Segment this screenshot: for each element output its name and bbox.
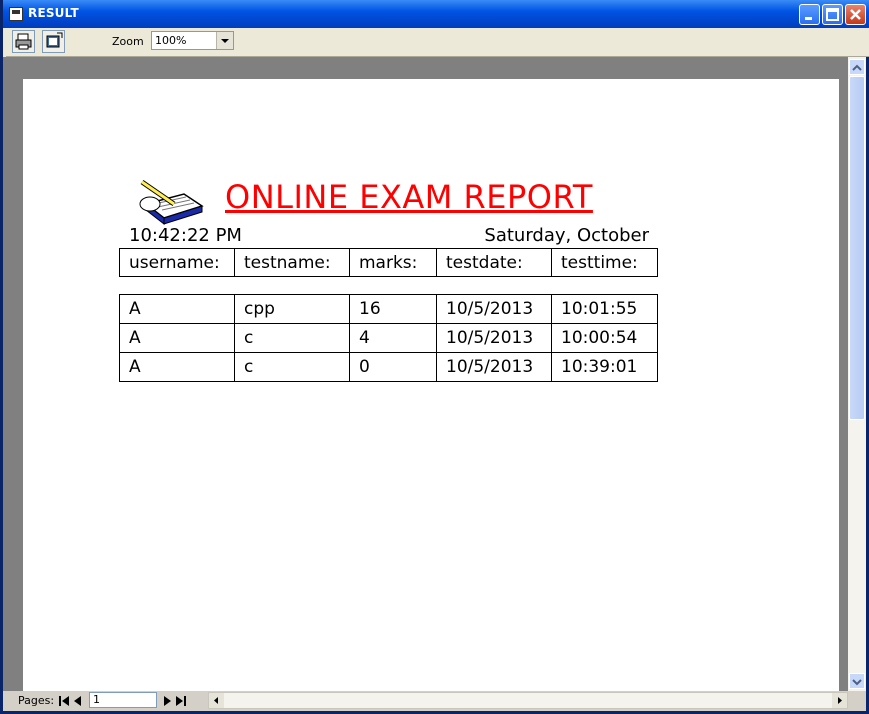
zoom-value: 100%	[155, 34, 187, 47]
close-button[interactable]	[845, 4, 866, 25]
table-cell: 0	[349, 352, 437, 382]
table-cell: 10/5/2013	[436, 323, 552, 353]
last-page-button[interactable]	[174, 693, 188, 709]
table-cell: A	[119, 294, 235, 324]
table-row: A cpp 16 10/5/2013 10:01:55	[119, 294, 658, 324]
zoom-select[interactable]: 100%	[151, 31, 234, 50]
chevron-left-icon	[214, 697, 218, 704]
next-page-icon	[164, 696, 171, 706]
column-header: username:	[119, 248, 235, 277]
title-bar[interactable]: RESULT	[3, 0, 869, 28]
chevron-right-icon	[838, 697, 842, 704]
table-cell: 10/5/2013	[436, 352, 552, 382]
table-cell: A	[119, 352, 235, 382]
vertical-scroll-thumb[interactable]	[849, 76, 865, 420]
previous-page-icon	[74, 696, 81, 706]
report-header-table: username: testname: marks: testdate: tes…	[119, 248, 658, 277]
maximize-icon	[823, 5, 842, 24]
export-icon	[46, 32, 63, 48]
table-row: A c 0 10/5/2013 10:39:01	[119, 352, 658, 382]
table-cell: 16	[349, 294, 437, 324]
export-button[interactable]	[42, 30, 65, 53]
table-cell: 10/5/2013	[436, 294, 552, 324]
window-title: RESULT	[28, 6, 79, 20]
first-page-button[interactable]	[57, 693, 71, 709]
chevron-up-icon	[852, 64, 862, 71]
previous-page-button[interactable]	[71, 693, 85, 709]
next-page-button[interactable]	[160, 693, 174, 709]
scroll-up-button[interactable]	[849, 59, 865, 75]
scroll-right-button[interactable]	[832, 693, 847, 708]
page-number-input[interactable]: 1	[89, 692, 157, 708]
last-page-icon	[176, 696, 186, 706]
report-page: ONLINE EXAM REPORT 10:42:22 PM Saturday,…	[23, 79, 839, 691]
column-header: testname:	[234, 248, 350, 277]
column-header: testtime:	[551, 248, 658, 277]
first-page-icon	[59, 696, 69, 706]
scroll-down-button[interactable]	[849, 673, 865, 689]
toolbar: Zoom 100%	[6, 28, 869, 57]
chevron-down-icon[interactable]	[216, 32, 233, 49]
table-cell: c	[234, 352, 350, 382]
printer-icon	[15, 33, 32, 50]
status-bar: Pages: 1	[3, 691, 866, 711]
table-cell: c	[234, 323, 350, 353]
horizontal-scrollbar[interactable]	[208, 692, 848, 709]
table-cell: 10:39:01	[551, 352, 658, 382]
table-cell: 10:00:54	[551, 323, 658, 353]
pages-label: Pages:	[18, 694, 55, 707]
table-cell: 4	[349, 323, 437, 353]
table-cell: 10:01:55	[551, 294, 658, 324]
table-row: A c 4 10/5/2013 10:00:54	[119, 323, 658, 353]
report-data-table: A cpp 16 10/5/2013 10:01:55 A c 4 10/5/2…	[119, 294, 658, 382]
window-icon	[9, 7, 23, 21]
close-icon	[846, 5, 865, 24]
report-viewport: ONLINE EXAM REPORT 10:42:22 PM Saturday,…	[3, 57, 848, 691]
report-time: 10:42:22 PM	[129, 225, 242, 246]
notepad-pen-icon	[139, 179, 204, 226]
chevron-down-icon	[852, 679, 862, 686]
report-date: Saturday, October	[484, 225, 649, 246]
table-cell: A	[119, 323, 235, 353]
scroll-left-button[interactable]	[209, 693, 224, 708]
zoom-label: Zoom	[112, 35, 144, 48]
column-header: marks:	[349, 248, 437, 277]
table-cell: cpp	[234, 294, 350, 324]
minimize-icon	[800, 5, 819, 24]
report-title: ONLINE EXAM REPORT	[225, 178, 593, 216]
maximize-button[interactable]	[822, 4, 843, 25]
vertical-scrollbar[interactable]	[848, 57, 866, 691]
table-header-row: username: testname: marks: testdate: tes…	[119, 248, 658, 277]
column-header: testdate:	[436, 248, 552, 277]
print-button[interactable]	[12, 30, 35, 53]
minimize-button[interactable]	[799, 4, 820, 25]
